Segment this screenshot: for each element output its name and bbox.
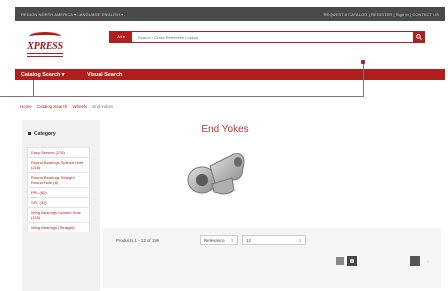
logo-stripe (27, 53, 63, 57)
breadcrumb-catalog-search[interactable]: Catalog Search (37, 104, 67, 109)
nav-item-visual-search[interactable]: Visual Search (87, 72, 122, 78)
sort-select[interactable]: Relevance ⇕ (200, 235, 238, 245)
breadcrumb-wheels[interactable]: Wheels (72, 104, 87, 109)
breadcrumb-home[interactable]: Home (20, 104, 32, 109)
sort-value: Relevance (204, 238, 225, 243)
category-item[interactable]: Round Bearings Straight Round Hole (8) (27, 172, 90, 187)
logo-arc (29, 32, 61, 41)
category-sidebar: Category Easy Service (276) Round Bearin… (22, 120, 100, 291)
search-icon (416, 34, 422, 40)
category-item[interactable]: PPL (60) (27, 187, 90, 197)
category-item[interactable]: Wing Bearings Splined Hole (118) (27, 207, 90, 222)
search-input[interactable] (138, 33, 388, 41)
search-button[interactable] (413, 31, 425, 43)
search-bar: All ▾ (109, 31, 425, 43)
search-category-select[interactable]: All ▾ (110, 32, 132, 42)
category-list: Easy Service (276) Round Bearings Spline… (27, 147, 90, 232)
site-header: XPRESS (15, 21, 445, 69)
end-yoke-product-image[interactable] (182, 144, 252, 202)
main-nav: Catalog Search ▾ Visual Search (15, 69, 445, 80)
callout-marker (361, 60, 365, 64)
nav-item-catalog-search[interactable]: Catalog Search ▾ (21, 72, 64, 78)
chevron-down-icon: ⇕ (298, 238, 302, 243)
list-view-icon[interactable] (347, 256, 357, 266)
category-heading: Category (28, 131, 56, 137)
callout-line (0, 96, 363, 97)
region-language-selector[interactable]: REGION NORTH AMERICA ▾ LANGUAGE ENGLISH … (21, 12, 123, 17)
pagination-button[interactable] (410, 256, 420, 266)
grid-view-icon[interactable] (336, 257, 344, 265)
category-item[interactable]: Wing Bearings (Straight) (27, 222, 90, 232)
callout-line (363, 62, 364, 97)
results-toolbar: Products 1 - 12 of 196 Relevance ⇕ 12 ⇕ … (103, 228, 441, 288)
page-title: End Yokes (201, 124, 249, 135)
product-count: Products 1 - 12 of 196 (116, 238, 160, 243)
breadcrumb: Home Catalog Search Wheels End Yokes (20, 104, 117, 109)
chevron-down-icon: ⇕ (230, 238, 234, 243)
logo-wordmark: XPRESS (27, 41, 63, 52)
category-bullet-icon (28, 132, 31, 136)
top-utility-bar: REGION NORTH AMERICA ▾ LANGUAGE ENGLISH … (15, 7, 445, 21)
site-logo[interactable]: XPRESS (25, 32, 65, 60)
next-page-icon[interactable]: › (427, 259, 429, 265)
breadcrumb-current: End Yokes (92, 104, 114, 109)
account-links[interactable]: REQUEST A CATALOG | REGISTER | Sign in |… (324, 12, 439, 17)
category-item[interactable]: Round Bearings Splined Hole (216) (27, 157, 90, 172)
category-item[interactable]: SPL (30) (27, 197, 90, 207)
per-page-select[interactable]: 12 ⇕ (242, 235, 306, 245)
callout-line (33, 80, 34, 97)
per-page-value: 12 (246, 238, 251, 243)
category-item[interactable]: Easy Service (276) (27, 147, 90, 157)
